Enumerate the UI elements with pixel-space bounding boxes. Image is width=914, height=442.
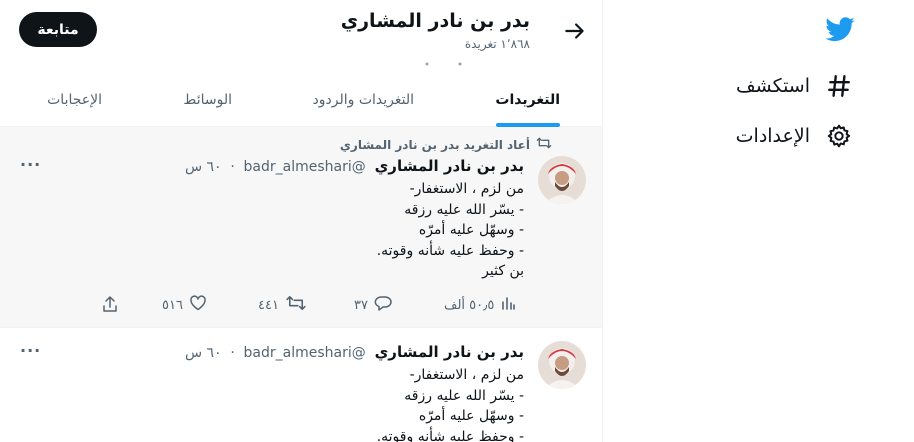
more-options-icon[interactable]: ··· bbox=[20, 155, 41, 174]
tweet-text-line: من لزم ، الاستغفار- bbox=[409, 367, 524, 383]
tab-likes[interactable]: الإعجابات bbox=[47, 92, 102, 108]
tweet-time-sep: · bbox=[230, 159, 235, 175]
tweet-text-line: بن كثير bbox=[482, 263, 524, 279]
reply-icon bbox=[374, 295, 392, 315]
views-button[interactable]: ٥٠٫٥ ألف bbox=[444, 295, 516, 315]
tweet-author-line: بدر بن نادر المشاري @badr_almeshari · ٦٠… bbox=[185, 157, 524, 175]
follow-button[interactable]: متابعة bbox=[19, 12, 97, 47]
tweet-handle[interactable]: @badr_almeshari bbox=[244, 159, 366, 175]
tweet-text-line: - وسهّل عليه أمرّه bbox=[418, 408, 524, 424]
back-arrow-icon[interactable] bbox=[562, 18, 588, 44]
profile-tabs: التغريدات التغريدات والردود الوسائط الإع… bbox=[0, 76, 602, 127]
reply-count: ٣٧ bbox=[354, 297, 368, 313]
like-count: ٥١٦ bbox=[162, 297, 183, 313]
views-count: ٥٠٫٥ ألف bbox=[444, 297, 495, 313]
avatar[interactable] bbox=[538, 341, 586, 389]
avatar[interactable] bbox=[538, 156, 586, 204]
sidebar-nav: استكشف الإعدادات bbox=[602, 0, 914, 442]
twitter-bird-icon[interactable] bbox=[824, 14, 856, 46]
retweet-indicator: أعاد التغريد بدر بن نادر المشاري bbox=[340, 136, 552, 153]
tweet-time-sep: · bbox=[230, 345, 235, 361]
nav-explore-label: استكشف bbox=[735, 75, 810, 97]
like-button[interactable]: ٥١٦ bbox=[162, 295, 207, 315]
tweet-time[interactable]: ٦٠ س bbox=[185, 159, 222, 175]
tweet-card[interactable]: أعاد التغريد بدر بن نادر المشاري بدر بن … bbox=[0, 127, 602, 328]
nav-settings[interactable]: الإعدادات bbox=[736, 118, 854, 154]
tweet-text-line: - وحفظ عليه شأنه وقوته. bbox=[376, 428, 524, 442]
retweet-label: أعاد التغريد بدر بن نادر المشاري bbox=[339, 137, 530, 152]
share-button[interactable] bbox=[101, 295, 119, 317]
tweet-text-line: - وحفظ عليه شأنه وقوته. bbox=[376, 242, 524, 259]
retweet-count: ٤٤١ bbox=[258, 297, 279, 313]
profile-header: بدر بن نادر المشاري ١٬٨٦٨ تغريدة متابعة bbox=[0, 0, 602, 70]
retweet-indicator-icon bbox=[536, 136, 552, 153]
tab-tweets[interactable]: التغريدات bbox=[495, 92, 560, 108]
tweet-count: ١٬٨٦٨ تغريدة bbox=[464, 37, 530, 51]
tweet-card[interactable]: بدر بن نادر المشاري @badr_almeshari · ٦٠… bbox=[0, 328, 602, 442]
tweet-text-line: - يسّر الله عليه رزقه bbox=[404, 387, 524, 404]
hashtag-icon bbox=[824, 71, 854, 101]
tweet-text: من لزم ، الاستغفار- - يسّر الله عليه رزق… bbox=[104, 179, 524, 282]
tweet-actions: ٥٠٫٥ ألف ٣٧ ٤٤١ ٥١٦ bbox=[0, 295, 602, 317]
profile-name: بدر بن نادر المشاري bbox=[340, 10, 530, 32]
heart-icon bbox=[189, 295, 207, 315]
tweet-text: من لزم ، الاستغفار- - يسّر الله عليه رزق… bbox=[104, 365, 524, 442]
tweet-author-line: بدر بن نادر المشاري @badr_almeshari · ٦٠… bbox=[185, 343, 524, 361]
reply-button[interactable]: ٣٧ bbox=[354, 295, 392, 315]
tweet-text-line: من لزم ، الاستغفار- bbox=[409, 181, 524, 197]
retweet-button[interactable]: ٤٤١ bbox=[258, 295, 307, 315]
tweet-text-line: - يسّر الله عليه رزقه bbox=[404, 201, 524, 218]
tweet-handle[interactable]: @badr_almeshari bbox=[244, 345, 366, 361]
gear-icon bbox=[824, 121, 854, 151]
views-icon bbox=[500, 295, 516, 315]
nav-explore[interactable]: استكشف bbox=[736, 68, 854, 104]
tab-tweets-and-replies[interactable]: التغريدات والردود bbox=[313, 92, 415, 108]
tweet-author-name[interactable]: بدر بن نادر المشاري bbox=[375, 157, 524, 175]
header-divider-fragment bbox=[424, 52, 464, 66]
timeline-column: بدر بن نادر المشاري ١٬٨٦٨ تغريدة متابعة … bbox=[0, 0, 603, 442]
tweet-time[interactable]: ٦٠ س bbox=[185, 345, 222, 361]
tweet-text-line: - وسهّل عليه أمرّه bbox=[418, 222, 524, 238]
nav-settings-label: الإعدادات bbox=[735, 125, 810, 147]
share-icon bbox=[101, 295, 119, 317]
more-options-icon[interactable]: ··· bbox=[20, 341, 41, 360]
tweet-author-name[interactable]: بدر بن نادر المشاري bbox=[375, 343, 524, 361]
tab-media[interactable]: الوسائط bbox=[183, 92, 232, 108]
retweet-icon bbox=[285, 295, 307, 315]
